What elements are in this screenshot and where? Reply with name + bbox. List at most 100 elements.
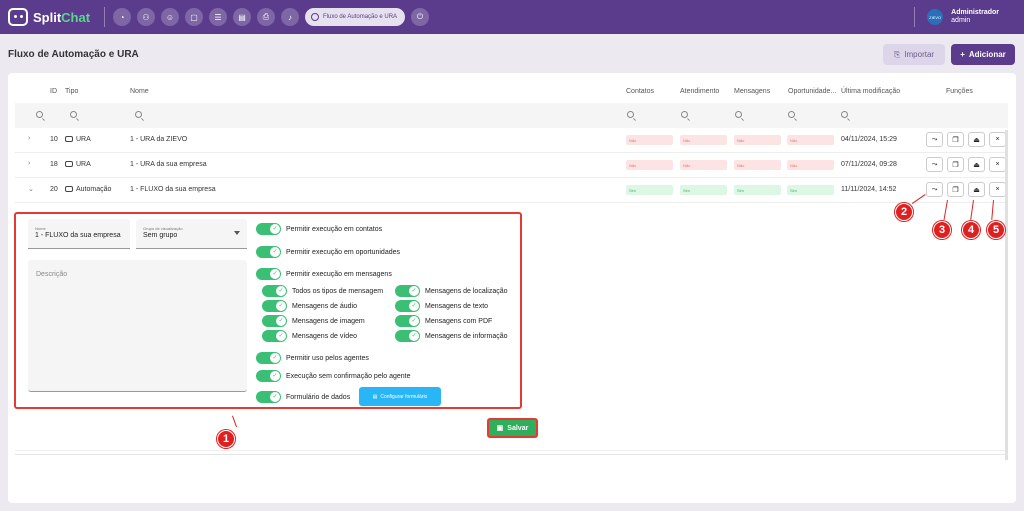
- duplicate-button[interactable]: ❐: [947, 132, 964, 147]
- import-button[interactable]: ⎘ Importar: [883, 44, 945, 65]
- toggle-switch[interactable]: [256, 370, 281, 382]
- flow-editor-button[interactable]: ⤳: [926, 157, 943, 172]
- nome-field[interactable]: Nome 1 - FLUXO da sua empresa: [28, 219, 130, 249]
- dashboard-icon[interactable]: ◔: [113, 8, 131, 26]
- toggle-label: Permitir execução em oportunidades: [286, 248, 401, 256]
- toggle-switch[interactable]: [262, 315, 287, 327]
- search-icon[interactable]: [841, 111, 848, 118]
- chat-icon[interactable]: ▢: [185, 8, 203, 26]
- export-button[interactable]: ⏏: [968, 132, 985, 147]
- toggle-sem-confirmacao[interactable]: Execução sem confirmação pelo agente: [256, 370, 411, 382]
- flow-editor-button[interactable]: ⤳: [926, 182, 943, 197]
- configure-form-button[interactable]: ▤ Configurar formulário: [359, 387, 441, 406]
- col-header-modificacao[interactable]: Última modificação: [841, 88, 900, 95]
- toggle-pdf[interactable]: Mensagens com PDF: [395, 315, 492, 327]
- col-header-tipo[interactable]: Tipo: [65, 88, 78, 95]
- nav-pill-label: Fluxo de Automação e URA: [323, 14, 398, 20]
- user-menu[interactable]: ZIEVO Administrador admin: [906, 0, 1024, 34]
- search-icon[interactable]: [135, 111, 142, 118]
- table-row[interactable]: › 10 URA 1 - URA da ZIEVO Não Não Não Nã…: [15, 128, 1008, 153]
- toggle-switch[interactable]: [395, 315, 420, 327]
- add-button[interactable]: + Adicionar: [951, 44, 1015, 65]
- toggle-switch[interactable]: [262, 285, 287, 297]
- avatar[interactable]: ZIEVO: [927, 9, 944, 25]
- toggle-contatos[interactable]: Permitir execução em contatos: [256, 223, 382, 235]
- export-button[interactable]: ⏏: [968, 182, 985, 197]
- duplicate-button[interactable]: ❐: [947, 157, 964, 172]
- toggle-switch[interactable]: [256, 391, 281, 403]
- page-title: Fluxo de Automação e URA: [8, 49, 139, 60]
- toggle-switch[interactable]: [395, 300, 420, 312]
- add-label: Adicionar: [968, 50, 1006, 59]
- scrollbar[interactable]: [1005, 130, 1008, 460]
- toggle-video[interactable]: Mensagens de vídeo: [262, 330, 357, 342]
- table-row[interactable]: › 18 URA 1 - URA da sua empresa Não Não …: [15, 153, 1008, 178]
- toggle-label: Mensagens de imagem: [292, 317, 365, 325]
- search-icon[interactable]: [788, 111, 795, 118]
- toggle-switch[interactable]: [262, 330, 287, 342]
- col-header-id[interactable]: ID: [50, 88, 57, 95]
- nav-pill-automation[interactable]: Fluxo de Automação e URA: [305, 8, 406, 26]
- delete-button[interactable]: ×: [989, 182, 1006, 197]
- toggle-informacao[interactable]: Mensagens de informação: [395, 330, 508, 342]
- toggle-switch[interactable]: [395, 285, 420, 297]
- search-icon[interactable]: [735, 111, 742, 118]
- toggle-label: Mensagens de texto: [425, 302, 489, 310]
- app-logo[interactable]: SplitChat: [8, 8, 96, 26]
- col-header-oportunidades[interactable]: Oportunidade...: [788, 88, 836, 95]
- delete-button[interactable]: ×: [989, 157, 1006, 172]
- toggle-audio[interactable]: Mensagens de áudio: [262, 300, 357, 312]
- toggle-switch[interactable]: [256, 223, 281, 235]
- toggle-label: Permitir execução em mensagens: [286, 270, 392, 278]
- row-nome: 1 - URA da sua empresa: [130, 161, 207, 168]
- printer-icon[interactable]: ⎙: [257, 8, 275, 26]
- toggle-switch[interactable]: [262, 300, 287, 312]
- chevron-right-icon[interactable]: ›: [28, 135, 30, 142]
- export-button[interactable]: ⏏: [968, 157, 985, 172]
- toggle-switch[interactable]: [395, 330, 420, 342]
- descricao-textarea[interactable]: Descrição: [28, 260, 247, 392]
- contacts-icon[interactable]: ⚇: [137, 8, 155, 26]
- bell-icon[interactable]: ♪: [281, 8, 299, 26]
- chevron-right-icon[interactable]: ›: [28, 160, 30, 167]
- toggle-agentes[interactable]: Permitir uso pelos agentes: [256, 352, 369, 364]
- duplicate-button[interactable]: ❐: [947, 182, 964, 197]
- toggle-oportunidades[interactable]: Permitir execução em oportunidades: [256, 246, 400, 258]
- toggle-switch[interactable]: [256, 352, 281, 364]
- grupo-select[interactable]: Grupo de visualização Sem grupo: [136, 219, 247, 249]
- toggle-localizacao[interactable]: Mensagens de localização: [395, 285, 508, 297]
- col-header-atendimento[interactable]: Atendimento: [680, 88, 719, 95]
- toggle-switch[interactable]: [256, 246, 281, 258]
- search-icon[interactable]: [681, 111, 688, 118]
- flow-editor-button[interactable]: ⤳: [926, 132, 943, 147]
- row-id: 20: [50, 186, 58, 193]
- search-icon[interactable]: [70, 111, 77, 118]
- users-icon[interactable]: ☺: [161, 8, 179, 26]
- toggle-switch[interactable]: [256, 268, 281, 280]
- toggle-texto[interactable]: Mensagens de texto: [395, 300, 488, 312]
- descricao-placeholder: Descrição: [36, 271, 68, 278]
- chevron-down-icon[interactable]: ⌄: [28, 185, 34, 193]
- robot-icon: [65, 161, 73, 168]
- table-row-expanded[interactable]: ⌄ 20 Automação 1 - FLUXO da sua empresa …: [15, 178, 1008, 203]
- col-header-mensagens[interactable]: Mensagens: [734, 88, 770, 95]
- filter-row: [15, 103, 1008, 128]
- col-header-nome[interactable]: Nome: [130, 88, 149, 95]
- top-navbar: SplitChat ◔ ⚇ ☺ ▢ ☰ ▤ ⎙ ♪ Fluxo de Autom…: [0, 0, 1024, 34]
- toggle-formulario[interactable]: Formulário de dados: [256, 391, 350, 403]
- document-icon[interactable]: ▤: [233, 8, 251, 26]
- nome-value[interactable]: 1 - FLUXO da sua empresa: [35, 232, 121, 239]
- power-icon[interactable]: ⏻: [411, 8, 430, 26]
- save-button[interactable]: ▣ Salvar: [487, 418, 538, 438]
- toggle-mensagens[interactable]: Permitir execução em mensagens: [256, 268, 392, 280]
- toggle-todos-tipos[interactable]: Todos os tipos de mensagem: [262, 285, 383, 297]
- list-icon[interactable]: ☰: [209, 8, 227, 26]
- row-modificacao: 04/11/2024, 15:29: [841, 136, 897, 143]
- col-header-contatos[interactable]: Contatos: [626, 88, 654, 95]
- search-icon[interactable]: [627, 111, 634, 118]
- annotation-marker-4: 4: [962, 221, 980, 239]
- toggle-imagem[interactable]: Mensagens de imagem: [262, 315, 365, 327]
- row-modificacao: 11/11/2024, 14:52: [841, 186, 897, 193]
- search-icon[interactable]: [36, 111, 43, 118]
- delete-button[interactable]: ×: [989, 132, 1006, 147]
